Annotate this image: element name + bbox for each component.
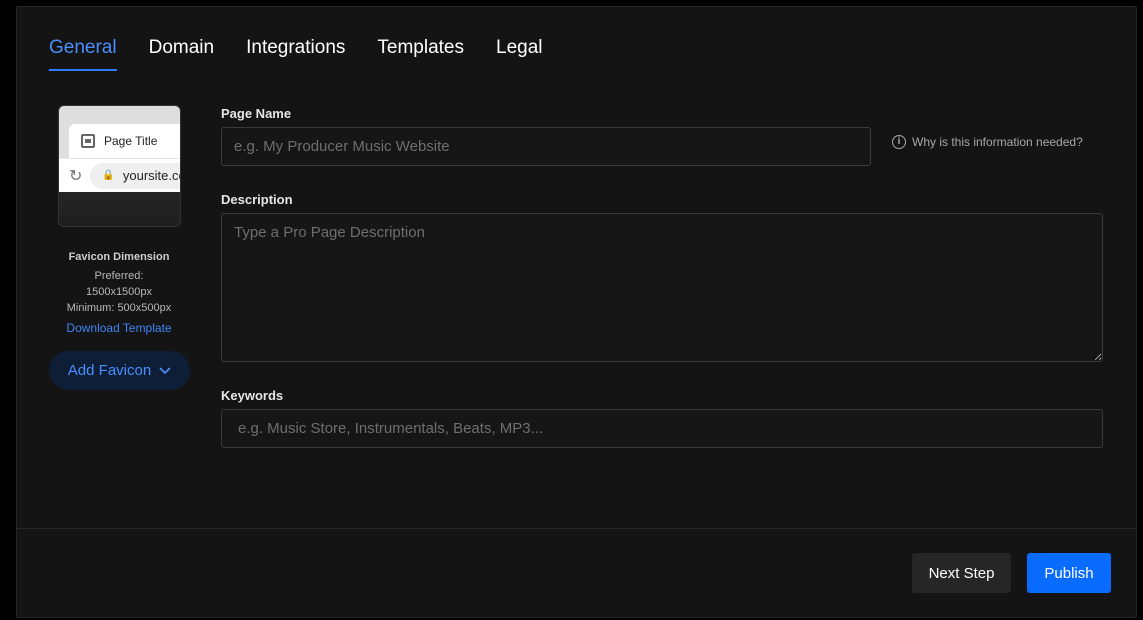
description-label: Description <box>221 192 293 207</box>
add-favicon-button[interactable]: Add Favicon <box>49 351 190 390</box>
tab-legal[interactable]: Legal <box>496 35 543 71</box>
reload-icon: ↻ <box>69 167 83 185</box>
settings-tabs: General Domain Integrations Templates Le… <box>49 35 543 75</box>
download-template-link[interactable]: Download Template <box>49 320 189 336</box>
add-favicon-label: Add Favicon <box>67 362 152 379</box>
tab-integrations[interactable]: Integrations <box>246 35 345 71</box>
favicon-minimum: Minimum: 500x500px <box>66 302 172 314</box>
info-icon: i <box>892 135 906 149</box>
tab-domain[interactable]: Domain <box>149 35 214 71</box>
tab-general[interactable]: General <box>49 35 117 71</box>
favicon-info: Favicon Dimension Preferred: 1500x1500px… <box>49 249 189 336</box>
image-icon <box>81 134 95 148</box>
keywords-input[interactable] <box>221 409 1103 448</box>
page-name-label: Page Name <box>221 106 292 121</box>
help-link[interactable]: i Why is this information needed? <box>892 135 1083 149</box>
favicon-preview: Page Title ↻ 🔒 yoursite.com <box>58 105 181 227</box>
browser-url: yoursite.com <box>122 168 180 183</box>
favicon-preferred-label: Preferred: <box>94 270 144 282</box>
footer-divider <box>17 528 1136 529</box>
publish-button[interactable]: Publish <box>1027 553 1111 593</box>
page-name-input[interactable] <box>221 127 871 166</box>
browser-tab: Page Title <box>69 124 180 158</box>
browser-url-field: 🔒 yoursite.com <box>90 162 180 189</box>
browser-address-bar: ↻ 🔒 yoursite.com <box>59 158 180 192</box>
settings-panel: General Domain Integrations Templates Le… <box>16 6 1137 618</box>
lock-icon: 🔒 <box>102 170 115 181</box>
help-text: Why is this information needed? <box>912 135 1083 149</box>
favicon-preferred-value: 1500x1500px <box>85 286 153 298</box>
chevron-down-icon <box>159 366 171 374</box>
next-step-button[interactable]: Next Step <box>912 553 1011 593</box>
description-textarea[interactable] <box>221 213 1103 362</box>
favicon-dimension-title: Favicon Dimension <box>68 251 170 263</box>
tab-templates[interactable]: Templates <box>377 35 464 71</box>
keywords-label: Keywords <box>221 388 284 403</box>
browser-tab-title: Page Title <box>104 134 158 148</box>
